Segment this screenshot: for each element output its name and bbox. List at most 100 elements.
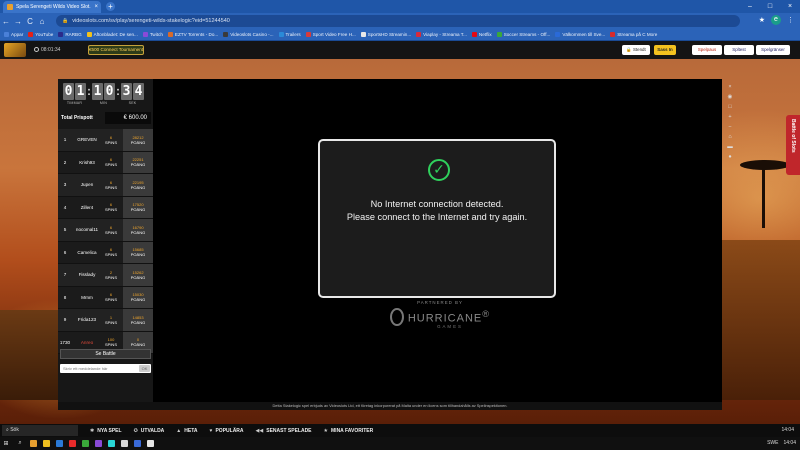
bookmark-item[interactable]: Streama på C More	[610, 32, 657, 37]
paytable-icon[interactable]: ▬	[727, 144, 733, 150]
tournament-promo-banner[interactable]: €500 Connect Tournament	[88, 45, 144, 55]
chat-input[interactable]	[60, 364, 136, 373]
forward-button[interactable]: →	[12, 17, 24, 26]
bookmark-item[interactable]: Netflix	[471, 32, 492, 37]
nav-new-games[interactable]: ✱ NYA SPEL	[90, 428, 122, 434]
home-icon[interactable]: ⌂	[728, 134, 731, 140]
home-button[interactable]: ⌂	[36, 17, 48, 26]
taskbar-app-icon[interactable]	[30, 440, 37, 447]
windows-start-icon[interactable]: ⊞	[2, 440, 10, 447]
nav-item-icon: ★	[323, 427, 329, 434]
session-clock: 08:01:34	[34, 47, 60, 53]
bookmark-favicon-icon	[555, 32, 561, 37]
record-icon[interactable]: ◉	[728, 94, 733, 100]
browser-menu-icon[interactable]: ⋮	[787, 16, 794, 24]
system-tray: SWE 14:04	[767, 440, 796, 446]
site-clock: 14:04	[781, 427, 794, 433]
player-points: 14853 POÄNG	[123, 309, 153, 331]
taskbar-app-icon[interactable]	[147, 440, 154, 447]
new-tab-button[interactable]: +	[106, 2, 115, 11]
bookmark-item[interactable]: Videoslots Casino -...	[223, 32, 274, 37]
taskbar-app-icon[interactable]	[82, 440, 89, 447]
nav-item-label: HETA	[184, 427, 198, 434]
see-battle-button[interactable]: Se Battle	[60, 349, 151, 359]
address-bar[interactable]: 🔒 videoslots.com/sv/play/serengeti-wilds…	[56, 15, 740, 27]
bookmark-item[interactable]: SportsHD Streamin...	[360, 32, 411, 37]
bookmark-item[interactable]: RARBG	[58, 32, 82, 37]
player-spins: 6 SPINS	[102, 202, 120, 212]
timer-minutes: 1 0 MIN	[92, 83, 115, 105]
back-button[interactable]: ←	[0, 17, 12, 26]
taskbar-app-icon[interactable]	[95, 440, 102, 447]
tab-close-icon[interactable]: ×	[91, 4, 101, 10]
tournament-panel: 0 1 TIMMAR : 1 0 MIN : 3 4 SEK Total Pri…	[58, 79, 153, 402]
taskbar-app-icon[interactable]	[43, 440, 50, 447]
bookmark-favicon-icon	[142, 32, 148, 37]
sound-icon[interactable]: ●	[728, 154, 731, 160]
bookmark-item[interactable]: Viaplay - Streama T...	[416, 32, 467, 37]
nav-item-icon: ♥	[209, 427, 213, 434]
bookmark-item[interactable]: Soccer Streams - Off...	[496, 32, 550, 37]
login-button[interactable]: Sass In	[654, 45, 676, 55]
maximize-window-button[interactable]: □	[760, 0, 780, 13]
nav-recently-played[interactable]: ◀◀ SENAST SPELADE	[256, 428, 312, 434]
taskbar-app-icon[interactable]	[121, 440, 128, 447]
player-points: 15030 POÄNG	[123, 286, 153, 308]
zoom-out-icon[interactable]: −	[728, 124, 731, 130]
player-name: GREVEN	[77, 137, 97, 143]
browser-tab-active[interactable]: Spela Serengeti Wilds Video Slot... ×	[3, 1, 101, 13]
bookmark-item[interactable]: EZTV Torrents - Do...	[167, 32, 218, 37]
address-url[interactable]: videoslots.com/sv/play/serengeti-wilds-s…	[72, 18, 230, 24]
nav-item-icon: ◀◀	[255, 427, 264, 434]
tab-title: Spela Serengeti Wilds Video Slot...	[16, 4, 92, 10]
spelgranser-button[interactable]: Spelgränser	[756, 45, 790, 55]
bookmark-item[interactable]: Appar	[4, 32, 23, 37]
dialog-message-line1: No Internet connection detected.	[370, 199, 504, 209]
zoom-in-icon[interactable]: +	[728, 114, 731, 120]
bookmark-item[interactable]: YouTube	[28, 32, 53, 37]
minimize-window-button[interactable]: –	[740, 0, 760, 13]
videoslots-logo[interactable]	[4, 43, 26, 57]
bookmark-item[interactable]: Aftonbladet: De sen...	[86, 32, 138, 37]
chat-send-button[interactable]: OK	[139, 365, 150, 372]
nav-my-favorites[interactable]: ★ MINA FAVORITER	[324, 428, 374, 434]
taskbar-app-icon[interactable]	[134, 440, 141, 447]
tray-clock[interactable]: 14:04	[783, 440, 796, 446]
bookmark-item[interactable]: Twitch	[142, 32, 163, 37]
player-spins: 1 SPINS	[102, 315, 120, 325]
hurricane-swirl-icon	[390, 308, 404, 326]
player-spins: 2 SPINS	[102, 270, 120, 280]
profile-avatar[interactable]: e	[771, 15, 781, 25]
bookmark-favicon-icon	[28, 32, 34, 37]
spelpaus-button[interactable]: Spelpaus	[692, 45, 722, 55]
taskbar-app-icon[interactable]	[108, 440, 115, 447]
bookmark-label: Videoslots Casino -...	[230, 32, 274, 37]
taskbar-app-icon[interactable]	[69, 440, 76, 447]
spltest-button[interactable]: Spltest	[724, 45, 754, 55]
taskbar-search-icon[interactable]: ⌕	[16, 440, 24, 447]
tray-language[interactable]: SWE	[767, 440, 778, 446]
bookmark-favicon-icon	[416, 32, 422, 37]
bookmark-label: RARBG	[65, 32, 82, 37]
bookmark-item[interactable]: Trailers	[278, 32, 301, 37]
fullscreen-icon[interactable]: □	[728, 104, 731, 110]
taskbar-app-icon[interactable]	[56, 440, 63, 447]
timer-digit: 1	[92, 83, 103, 100]
bookmark-star-icon[interactable]: ★	[759, 16, 765, 24]
site-header: 08:01:34 €500 Connect Tournament 🔒 Stend…	[0, 41, 800, 59]
game-search-box[interactable]: ⌕ Sök	[2, 425, 78, 436]
bookmark-item[interactable]: Välkommen till Sve...	[555, 32, 605, 37]
no-connection-dialog: ✓ No Internet connection detected. Pleas…	[318, 139, 556, 298]
player-spins: 6 SPINS	[102, 225, 120, 235]
nav-popular[interactable]: ♥ POPULÄRA	[210, 428, 244, 434]
spins-label: SPINS	[104, 274, 117, 280]
nav-hot[interactable]: ▲ HETA	[176, 428, 197, 434]
bookmark-item[interactable]: Sport Video Free H...	[305, 32, 356, 37]
close-icon[interactable]: ×	[728, 84, 731, 90]
reload-button[interactable]: C	[24, 17, 36, 26]
stendt-button[interactable]: 🔒 Stendt	[622, 45, 650, 55]
nav-featured[interactable]: ✪ UTVALDA	[134, 428, 165, 434]
battle-of-slots-tab[interactable]: Battle of Slots	[786, 115, 800, 175]
game-search-label: Sök	[10, 427, 19, 433]
close-window-button[interactable]: ×	[780, 0, 800, 13]
